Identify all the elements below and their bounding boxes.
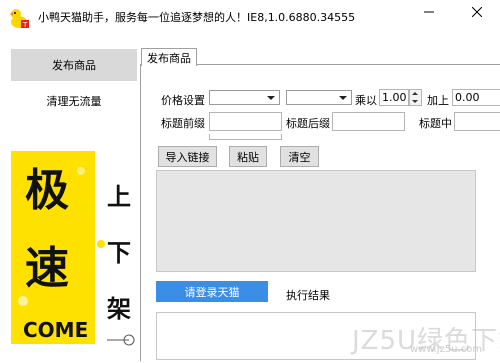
multiply-label: 乘以 <box>355 94 377 107</box>
sidebar: 发布商品 清理无流量 极 速 COME 上 下 架 <box>11 49 137 360</box>
title-suffix-label: 标题后缀 <box>286 117 330 130</box>
minimize-icon <box>424 7 434 20</box>
paste-button[interactable]: 粘贴 <box>229 146 267 167</box>
link-input-area[interactable] <box>156 170 476 272</box>
arrow-down-icon <box>412 100 418 103</box>
close-button[interactable] <box>454 0 500 26</box>
title-prefix-field[interactable] <box>209 112 282 131</box>
login-tmall-button[interactable]: 请登录天猫 <box>156 281 268 302</box>
field-edge <box>209 134 282 140</box>
title-middle-label: 标题中 <box>419 117 452 130</box>
banner-char-jia: 架 <box>107 295 131 323</box>
sidebar-item-label: 清理无流量 <box>46 95 102 108</box>
chevron-down-icon <box>267 96 275 100</box>
chevron-down-icon <box>339 96 347 100</box>
title-middle-field[interactable] <box>454 112 500 131</box>
banner-char-ji: 极 <box>25 165 69 216</box>
sidebar-item-publish[interactable]: 发布商品 <box>11 49 137 81</box>
title-suffix-field[interactable] <box>332 112 405 131</box>
promo-banner: 极 速 COME 上 下 架 <box>11 151 137 360</box>
close-icon <box>471 6 483 20</box>
window-title: 小鸭天猫助手，服务每一位追逐梦想的人！IE8,1.0.6880.34555 <box>38 11 356 24</box>
multiply-spinner[interactable] <box>409 89 422 106</box>
svg-text:T: T <box>22 21 28 29</box>
banner-char-su: 速 <box>25 243 69 294</box>
price-setting-label: 价格设置 <box>161 94 205 107</box>
tab-label: 发布商品 <box>147 51 191 65</box>
sidebar-item-clean[interactable]: 清理无流量 <box>11 85 137 117</box>
clear-button[interactable]: 清空 <box>280 146 319 167</box>
banner-char-xia: 下 <box>107 239 131 267</box>
banner-come: COME <box>23 318 89 342</box>
minimize-button[interactable] <box>406 0 452 26</box>
arrow-up-icon <box>412 92 418 95</box>
title-bar: T 小鸭天猫助手，服务每一位追逐梦想的人！IE8,1.0.6880.34555 <box>0 0 500 38</box>
duck-icon: T <box>8 7 30 29</box>
sidebar-item-label: 发布商品 <box>52 59 96 72</box>
add-label: 加上 <box>427 94 449 107</box>
price-mode-select[interactable] <box>286 90 352 105</box>
banner-char-shang: 上 <box>107 183 131 211</box>
price-source-select[interactable] <box>209 90 280 105</box>
tab-publish[interactable]: 发布商品 <box>141 48 197 66</box>
watermark-url: www.jz5u.com <box>410 344 483 355</box>
result-label: 执行结果 <box>286 289 330 302</box>
multiply-field[interactable]: 1.00 <box>379 89 409 106</box>
add-field[interactable]: 0.00 <box>452 89 500 106</box>
import-link-button[interactable]: 导入链接 <box>158 146 217 167</box>
title-prefix-label: 标题前缀 <box>161 117 205 130</box>
